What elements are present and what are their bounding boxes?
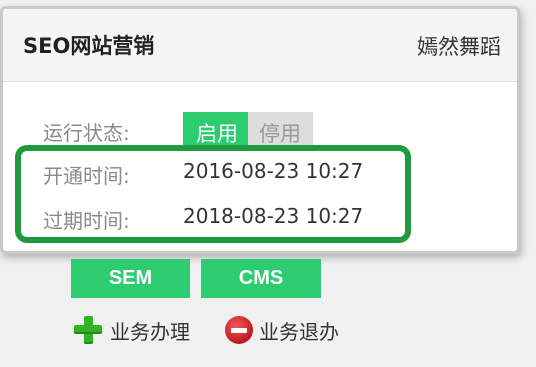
highlight-box (15, 145, 411, 243)
card-title: SEO网站营销 (23, 34, 155, 58)
card-header: SEO网站营销 嫣然舞蹈 (3, 9, 517, 82)
status-label: 运行状态: (43, 121, 130, 145)
tag-sem[interactable]: SEM (71, 259, 190, 298)
business-cancel-action[interactable]: 业务退办 (225, 314, 339, 346)
card-user-name: 嫣然舞蹈 (417, 35, 501, 59)
service-card: SEO网站营销 嫣然舞蹈 运行状态: 启用 停用 开通时间: 2016-08-2… (0, 6, 520, 254)
plus-icon (72, 314, 104, 346)
business-cancel-label: 业务退办 (259, 319, 339, 344)
business-handle-label: 业务办理 (110, 319, 190, 344)
minus-circle-icon (225, 316, 253, 344)
tag-cms[interactable]: CMS (201, 259, 321, 298)
business-handle-action[interactable]: 业务办理 (72, 314, 190, 346)
